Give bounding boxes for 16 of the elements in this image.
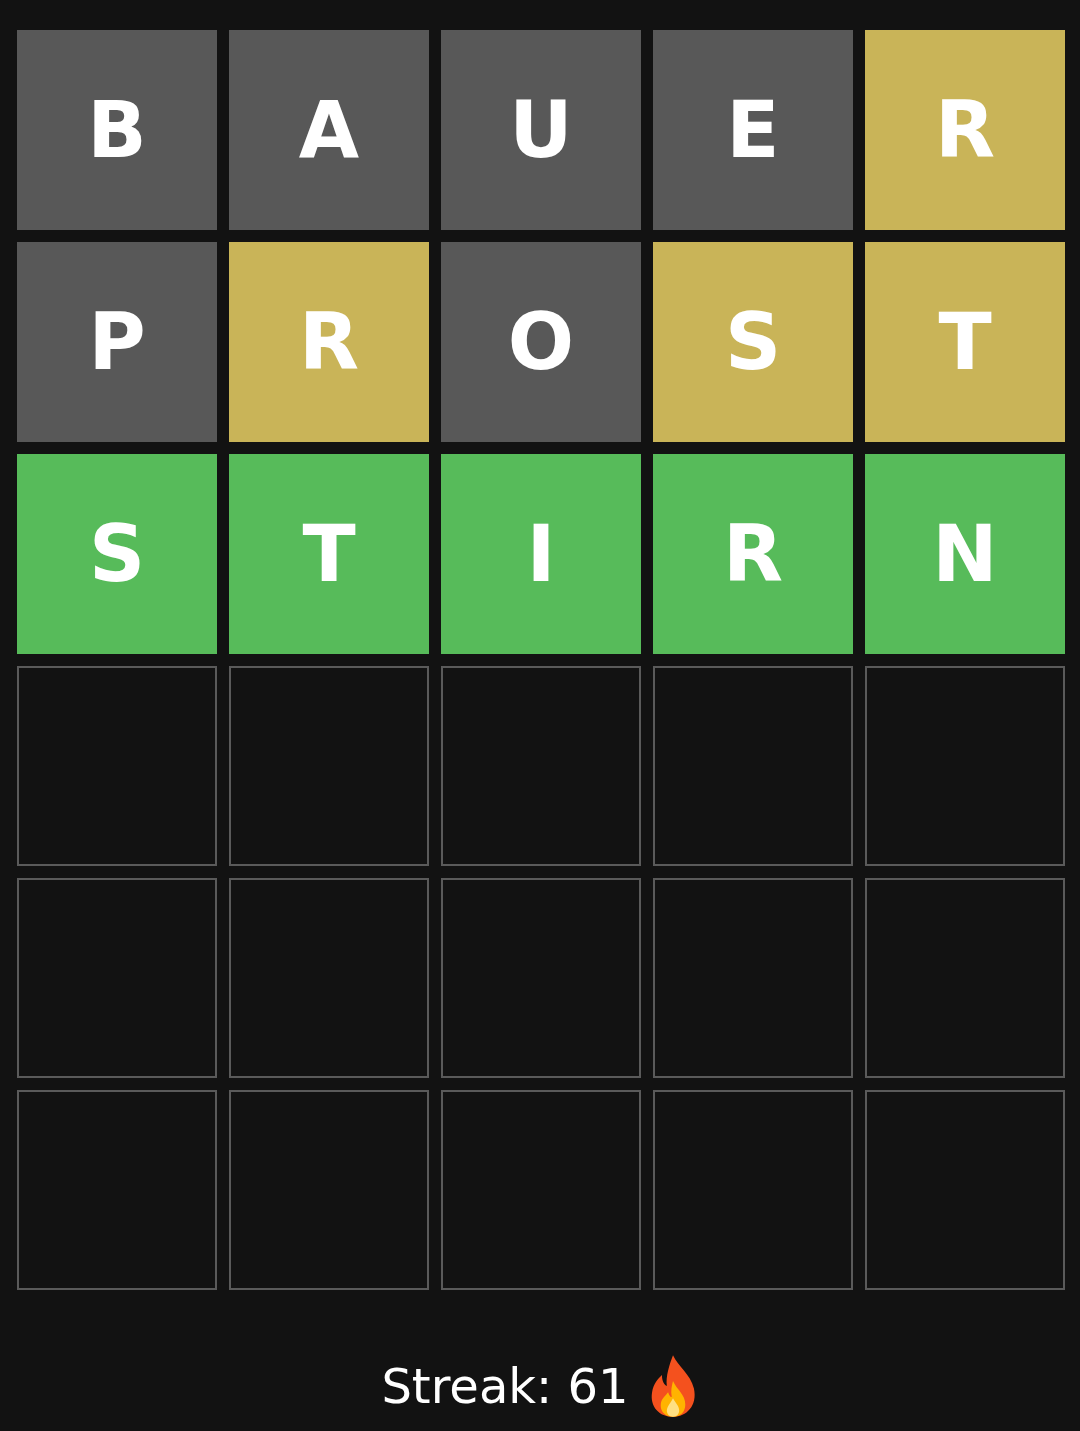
letter-tile: E	[653, 30, 853, 230]
letter-tile: U	[441, 30, 641, 230]
letter-tile: R	[653, 454, 853, 654]
letter-tile: T	[229, 454, 429, 654]
letter-tile: B	[17, 30, 217, 230]
letter-tile: N	[865, 454, 1065, 654]
letter-tile: R	[865, 30, 1065, 230]
letter-tile: R	[229, 242, 429, 442]
letter-tile: S	[17, 454, 217, 654]
letter-tile: T	[865, 242, 1065, 442]
letter-tile: S	[653, 242, 853, 442]
letter-tile: P	[17, 242, 217, 442]
letter-tile: I	[441, 454, 641, 654]
letter-tile: A	[229, 30, 429, 230]
letter-tile: O	[441, 242, 641, 442]
streak-count: Streak: 61	[381, 1358, 629, 1414]
